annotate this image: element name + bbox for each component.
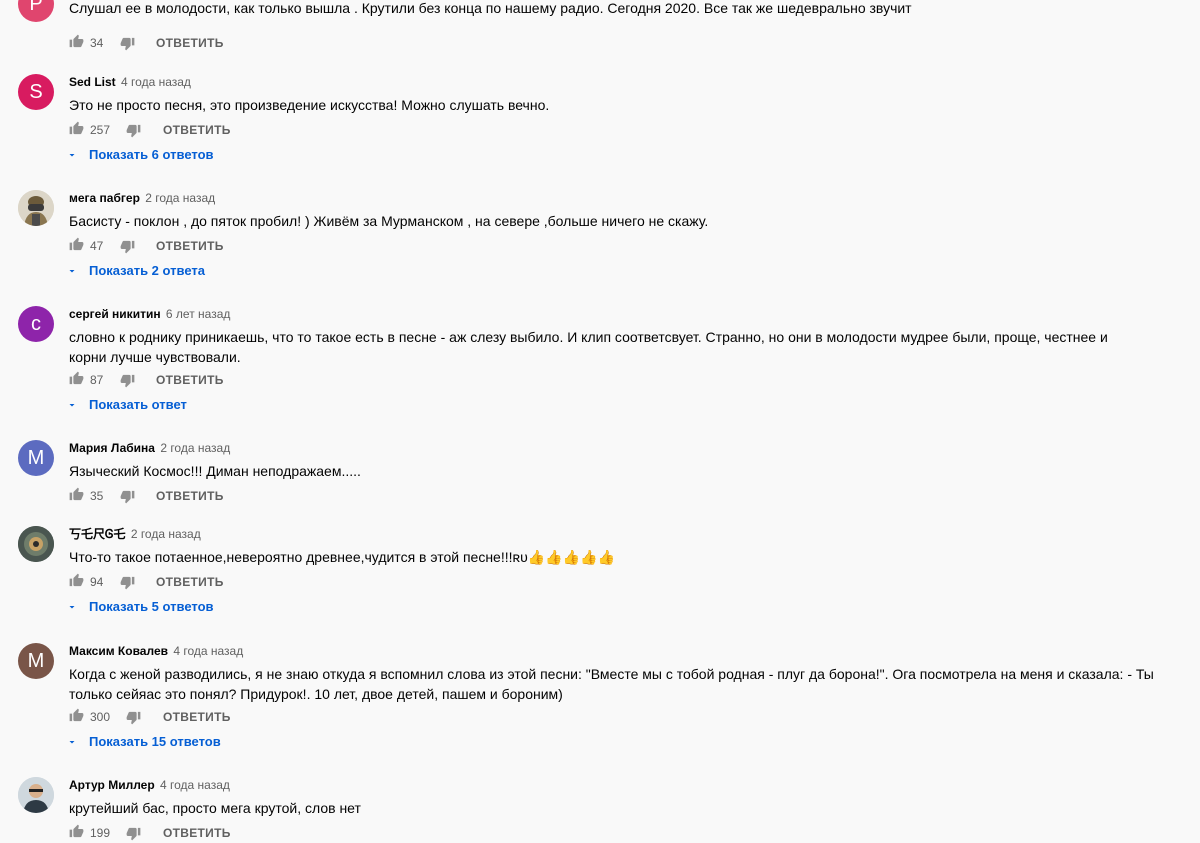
avatar-image: [18, 526, 54, 562]
thumbs-up-icon[interactable]: [69, 34, 84, 49]
thumbs-down-icon[interactable]: [120, 373, 135, 388]
avatar[interactable]: [18, 777, 54, 813]
reply-button[interactable]: ОТВЕТИТЬ: [163, 823, 231, 843]
thumbs-down-icon[interactable]: [120, 239, 135, 254]
chevron-down-icon: [69, 606, 75, 609]
avatar-image: [18, 777, 54, 813]
comment-body: 丂乇尺Ꮆ乇 2 года назад Что-то такое потаенно…: [69, 526, 1190, 567]
comment-header: Максим Ковалев 4 года назад: [69, 643, 1190, 659]
reply-button[interactable]: ОТВЕТИТЬ: [156, 33, 224, 53]
reply-button[interactable]: ОТВЕТИТЬ: [163, 120, 231, 140]
comment-text: словно к роднику приникаешь, что то тако…: [69, 329, 1108, 365]
author-name[interactable]: 丂乇尺Ꮆ乇: [69, 527, 125, 541]
comment-header: 丂乇尺Ꮆ乇 2 года назад: [69, 526, 1190, 542]
comment-text: Языческий Космос!!! Диман неподражаем...…: [69, 463, 361, 479]
comment-timestamp[interactable]: 6 лет назад: [166, 307, 230, 321]
comment-timestamp[interactable]: 2 года назад: [160, 441, 230, 455]
avatar-letter: M: [27, 650, 45, 672]
reply-button[interactable]: ОТВЕТИТЬ: [156, 236, 224, 256]
thumbs-up-icon[interactable]: [69, 371, 84, 386]
comment-timestamp[interactable]: 2 года назад: [145, 191, 215, 205]
comment-timestamp[interactable]: 4 года назад: [173, 644, 243, 658]
comment-header: Артур Миллер 4 года назад: [69, 777, 1190, 793]
comment-timestamp[interactable]: 4 года назад: [160, 778, 230, 792]
comment-body: Слушал ее в молодости, как только вышла …: [69, 0, 1190, 18]
chevron-down-icon: [69, 741, 75, 744]
reply-button[interactable]: ОТВЕТИТЬ: [156, 370, 224, 390]
reply-button[interactable]: ОТВЕТИТЬ: [156, 486, 224, 506]
comment-text: Слушал ее в молодости, как только вышла …: [69, 0, 912, 16]
avatar-letter: S: [29, 81, 43, 103]
comment-text: Басисту - поклон , до пяток пробил! ) Жи…: [69, 213, 709, 229]
comment-timestamp[interactable]: 2 года назад: [131, 527, 201, 541]
comment-header: мега пабгер 2 года назад: [69, 190, 1190, 206]
show-replies-label: Показать 6 ответов: [89, 147, 214, 162]
thumbs-up-icon[interactable]: [69, 121, 84, 136]
avatar[interactable]: M: [18, 643, 54, 679]
like-count: 94: [90, 575, 104, 589]
thumbs-down-icon[interactable]: [120, 36, 135, 51]
comment-text: Когда с женой разводились, я не знаю отк…: [69, 666, 1154, 702]
chevron-down-icon: [69, 154, 75, 157]
chevron-down-icon: [69, 404, 75, 407]
like-count: 34: [90, 36, 104, 50]
like-count: 47: [90, 239, 104, 253]
like-count: 199: [90, 826, 111, 840]
avatar[interactable]: [18, 190, 54, 226]
avatar-letter: M: [27, 447, 45, 469]
author-name[interactable]: Мария Лабина: [69, 441, 155, 455]
avatar[interactable]: P: [18, 0, 54, 22]
reply-button[interactable]: ОТВЕТИТЬ: [156, 572, 224, 592]
thumbs-down-icon[interactable]: [126, 710, 141, 725]
avatar[interactable]: с: [18, 306, 54, 342]
comment-text: Это не просто песня, это произведение ис…: [69, 97, 550, 113]
comment-header: Мария Лабина 2 года назад: [69, 440, 1190, 456]
author-name[interactable]: Артур Миллер: [69, 778, 155, 792]
thumbs-up-icon[interactable]: [69, 237, 84, 252]
avatar[interactable]: [18, 526, 54, 562]
author-name[interactable]: мега пабгер: [69, 191, 140, 205]
thumbs-up-icon[interactable]: [69, 487, 84, 502]
comment-body: Мария Лабина 2 года назад Языческий Косм…: [69, 440, 1190, 481]
like-count: 300: [90, 710, 111, 724]
avatar[interactable]: M: [18, 440, 54, 476]
comment-timestamp[interactable]: 4 года назад: [121, 75, 191, 89]
like-count: 35: [90, 489, 104, 503]
avatar-letter: с: [31, 313, 41, 335]
comment-body: Артур Миллер 4 года назад крутейший бас,…: [69, 777, 1190, 818]
like-count: 257: [90, 123, 111, 137]
author-name[interactable]: Максим Ковалев: [69, 644, 168, 658]
thumbs-down-icon[interactable]: [126, 123, 141, 138]
comment-body: сергей никитин 6 лет назад словно к родн…: [69, 306, 1190, 367]
thumbs-down-icon[interactable]: [120, 575, 135, 590]
show-replies-label: Показать ответ: [89, 397, 187, 412]
comment-text: крутейший бас, просто мега крутой, слов …: [69, 800, 361, 816]
thumbs-down-icon[interactable]: [120, 489, 135, 504]
thumbs-up-icon[interactable]: [69, 708, 84, 723]
show-replies-label: Показать 15 ответов: [89, 734, 221, 749]
comment-text: Что-то такое потаенное,невероятно древне…: [69, 549, 615, 565]
show-replies-label: Показать 2 ответа: [89, 263, 205, 278]
avatar-letter: P: [29, 0, 43, 15]
chevron-down-icon: [69, 270, 75, 273]
thumbs-up-icon[interactable]: [69, 824, 84, 839]
comment-header: Sed List 4 года назад: [69, 74, 1190, 90]
avatar[interactable]: S: [18, 74, 54, 110]
thumbs-up-icon[interactable]: [69, 573, 84, 588]
like-count: 87: [90, 373, 104, 387]
author-name[interactable]: Sed List: [69, 75, 116, 89]
comment-body: Sed List 4 года назад Это не просто песн…: [69, 74, 1190, 115]
author-name[interactable]: сергей никитин: [69, 307, 161, 321]
comment-header: сергей никитин 6 лет назад: [69, 306, 1190, 322]
comment-body: мега пабгер 2 года назад Басисту - покло…: [69, 190, 1190, 231]
thumbs-down-icon[interactable]: [126, 826, 141, 841]
avatar-image: [18, 190, 54, 226]
show-replies-label: Показать 5 ответов: [89, 599, 214, 614]
comment-body: Максим Ковалев 4 года назад Когда с жено…: [69, 643, 1190, 704]
reply-button[interactable]: ОТВЕТИТЬ: [163, 707, 231, 727]
